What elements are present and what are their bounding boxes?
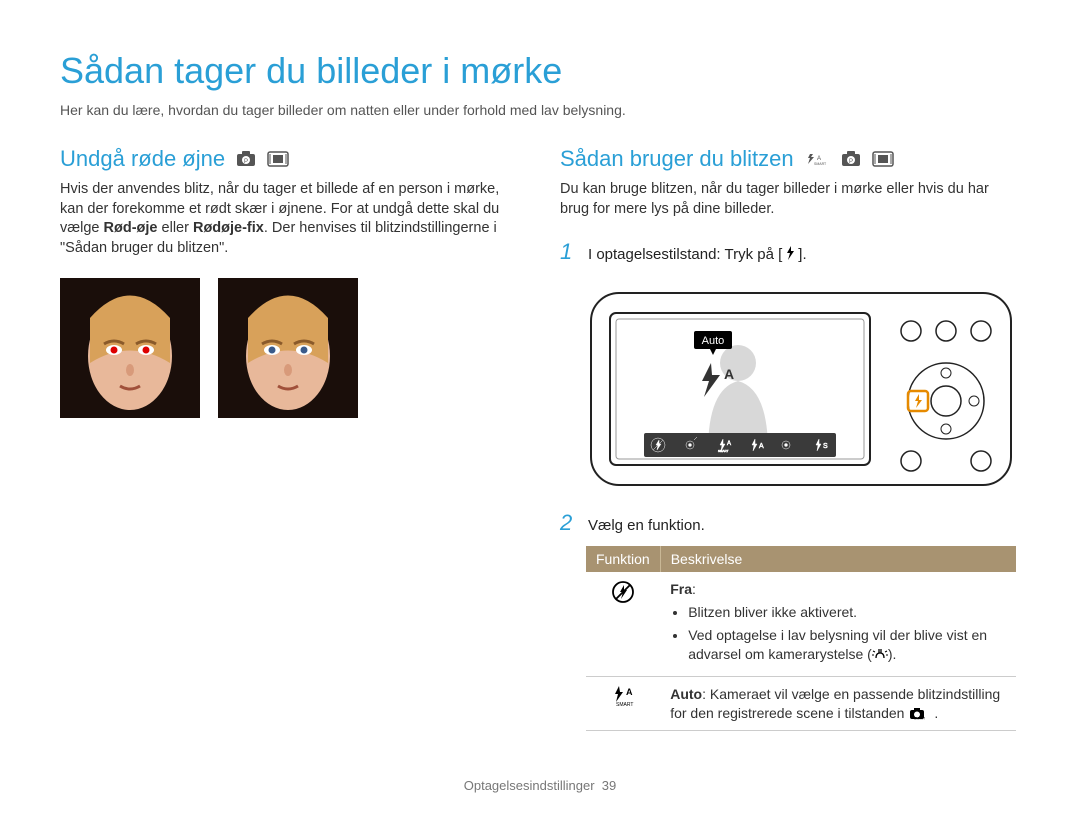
svg-text:SMART: SMART bbox=[718, 449, 729, 453]
row2-post: . bbox=[934, 705, 938, 721]
table-row: A SMART Auto: Kameraet vil vælge en passe… bbox=[586, 676, 1016, 731]
row1-bullet2: Ved optagelse i lav belysning vil der bl… bbox=[688, 626, 1006, 664]
step-1-text: I optagelsestilstand: Tryk på []. bbox=[588, 245, 807, 263]
row1-b2-post: ). bbox=[888, 646, 897, 662]
step1-post: ]. bbox=[798, 246, 806, 263]
smart-auto-flash-icon: A SMART bbox=[586, 676, 660, 731]
row1-desc: Fra: Blitzen bliver ikke aktiveret. Ved … bbox=[660, 572, 1016, 676]
page-intro: Her kan du lære, hvordan du tager billed… bbox=[60, 102, 1020, 118]
step-2: 2 Vælg en funktion. bbox=[560, 510, 1020, 536]
th-function: Funktion bbox=[586, 546, 660, 572]
mode-smart-auto-icon: ASMART bbox=[804, 152, 830, 166]
step-1: 1 I optagelsestilstand: Tryk på []. bbox=[560, 239, 1020, 265]
row1-bullet1: Blitzen bliver ikke aktiveret. bbox=[688, 603, 1006, 622]
mode-p-icon: P bbox=[235, 150, 257, 168]
camera-auto-label: Auto bbox=[702, 335, 725, 347]
flash-off-icon bbox=[586, 572, 660, 676]
mode-scene-icon bbox=[267, 150, 289, 168]
svg-text:A: A bbox=[724, 366, 734, 382]
portrait-row bbox=[60, 278, 520, 418]
row2-label: Auto bbox=[670, 686, 702, 702]
left-body: Hvis der anvendes blitz, når du tager et… bbox=[60, 180, 520, 258]
page-title: Sådan tager du billeder i mørke bbox=[60, 50, 1020, 92]
row1-colon: : bbox=[692, 581, 696, 597]
left-column: Undgå røde øjne P Hvis der anvendes blit… bbox=[60, 146, 520, 731]
footer: Optagelsesindstillinger 39 bbox=[0, 778, 1080, 793]
camera-shake-icon bbox=[872, 647, 888, 661]
mode-scene-icon-2 bbox=[872, 150, 894, 168]
row2-pre: : Kameraet vil vælge en passende blitzin… bbox=[670, 686, 1000, 721]
smart-mode-icon: SMART bbox=[908, 706, 934, 720]
table-row: Fra: Blitzen bliver ikke aktiveret. Ved … bbox=[586, 572, 1016, 676]
footer-section: Optagelsesindstillinger bbox=[464, 778, 595, 793]
right-title-text: Sådan bruger du blitzen bbox=[560, 146, 794, 172]
portrait-red-eye bbox=[60, 278, 200, 418]
left-body-mid: eller bbox=[158, 220, 193, 236]
mode-p-icon-2: P bbox=[840, 150, 862, 168]
svg-text:SMART: SMART bbox=[616, 702, 633, 707]
left-bold2: Rødøje-fix bbox=[193, 220, 264, 236]
row2-desc: Auto: Kameraet vil vælge en passende bli… bbox=[660, 676, 1016, 731]
flash-function-table: Funktion Beskrivelse Fra: Blitzen bliver… bbox=[586, 546, 1016, 731]
footer-page: 39 bbox=[602, 778, 616, 793]
step-2-text: Vælg en funktion. bbox=[588, 517, 705, 534]
row1-b2-pre: Ved optagelse i lav belysning vil der bl… bbox=[688, 627, 987, 662]
th-description: Beskrivelse bbox=[660, 546, 1016, 572]
svg-text:P: P bbox=[244, 159, 248, 165]
left-bold1: Rød-øje bbox=[104, 220, 158, 236]
svg-text:SMART: SMART bbox=[814, 162, 827, 166]
left-title-text: Undgå røde øjne bbox=[60, 146, 225, 172]
svg-text:A: A bbox=[626, 687, 633, 697]
right-intro: Du kan bruge blitzen, når du tager bille… bbox=[560, 180, 1020, 219]
content-columns: Undgå røde øjne P Hvis der anvendes blit… bbox=[60, 146, 1020, 731]
right-column: Sådan bruger du blitzen ASMART P Du kan … bbox=[560, 146, 1020, 731]
camera-diagram: Auto A A SMART A S bbox=[586, 281, 1016, 491]
svg-text:SMART: SMART bbox=[914, 716, 925, 720]
step-1-number: 1 bbox=[560, 239, 578, 265]
right-section-title: Sådan bruger du blitzen ASMART P bbox=[560, 146, 1020, 172]
step-2-number: 2 bbox=[560, 510, 578, 536]
row1-label: Fra bbox=[670, 581, 692, 597]
svg-text:A: A bbox=[727, 441, 731, 447]
flash-button-icon bbox=[782, 245, 798, 261]
svg-text:S: S bbox=[823, 443, 828, 450]
left-section-title: Undgå røde øjne P bbox=[60, 146, 520, 172]
portrait-fixed bbox=[218, 278, 358, 418]
svg-text:P: P bbox=[849, 159, 853, 165]
step1-pre: I optagelsestilstand: Tryk på [ bbox=[588, 246, 782, 263]
svg-text:A: A bbox=[759, 443, 764, 450]
